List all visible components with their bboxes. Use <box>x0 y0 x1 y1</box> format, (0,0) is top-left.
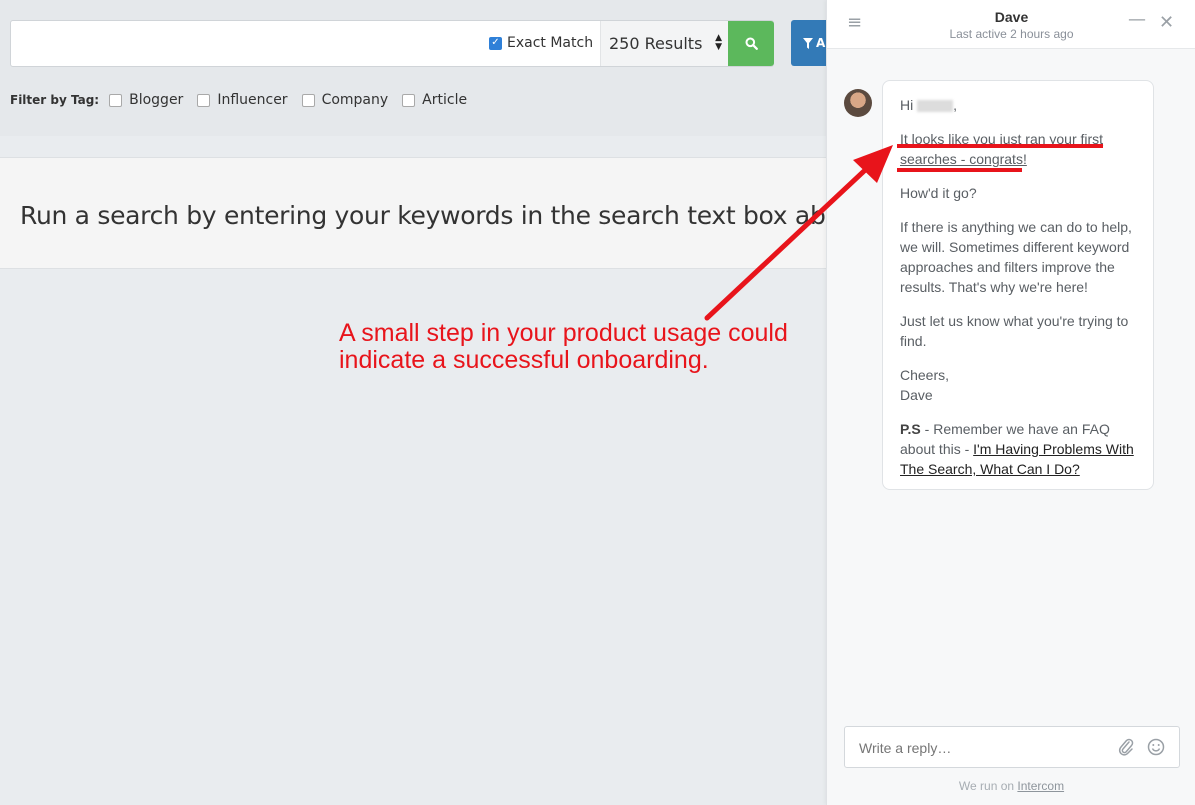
annotation-line-2: indicate a successful onboarding. <box>339 346 709 374</box>
filter-by-tag-label: Filter by Tag: <box>10 93 100 107</box>
redacted-name <box>917 100 954 113</box>
tag-filter-company[interactable]: Company <box>301 92 389 108</box>
signoff-text: Cheers, <box>900 367 950 383</box>
search-box: ✓ Exact Match 250 Results ▲ ▼ <box>10 20 774 67</box>
emoji-icon[interactable] <box>1147 738 1165 756</box>
message-highlight: It looks like you just ran your first se… <box>900 131 1104 167</box>
search-icon <box>745 37 758 50</box>
exact-match-label: Exact Match <box>507 35 594 51</box>
chat-header: ≡ Dave Last active 2 hours ago — ✕ <box>827 0 1195 49</box>
tag-checkbox[interactable] <box>402 93 416 107</box>
reply-input[interactable] <box>859 737 1109 759</box>
close-icon[interactable]: ✕ <box>1159 13 1174 33</box>
message-paragraph: If there is anything we can do to help, … <box>900 219 1132 295</box>
tag-label: Influencer <box>217 92 288 108</box>
tag-label: Blogger <box>129 92 184 108</box>
greeting-text: Hi <box>900 97 914 113</box>
tag-checkbox[interactable] <box>197 93 211 107</box>
powered-prefix: We run on <box>958 779 1018 793</box>
exact-match-checkbox[interactable]: ✓ <box>489 36 502 50</box>
chat-message-bubble: Hi , It looks like you just ran your fir… <box>882 80 1154 490</box>
tag-filter-blogger[interactable]: Blogger <box>109 92 183 108</box>
search-input[interactable] <box>19 27 479 61</box>
greeting-suffix: , <box>953 97 958 113</box>
paperclip-icon[interactable] <box>1118 738 1134 756</box>
intercom-link[interactable]: Intercom <box>1017 779 1064 793</box>
minimize-icon[interactable]: — <box>1128 10 1146 30</box>
empty-results-message: Run a search by entering your keywords i… <box>20 201 871 230</box>
tag-checkbox[interactable] <box>301 93 315 107</box>
intercom-chat-panel: ≡ Dave Last active 2 hours ago — ✕ Hi , … <box>826 0 1195 805</box>
tag-filter-article[interactable]: Article <box>402 92 467 108</box>
message-signoff: Cheers, Dave <box>900 365 1136 405</box>
tag-filter-influencer[interactable]: Influencer <box>197 92 288 108</box>
select-arrows-icon: ▲ ▼ <box>715 33 722 52</box>
annotation-line-1: A small step in your product usage could <box>339 319 788 347</box>
filter-icon <box>803 37 813 49</box>
tag-filter-row: Filter by Tag: Blogger Influencer Compan… <box>10 92 481 108</box>
message-paragraph: How'd it go? <box>900 185 977 201</box>
agent-avatar <box>844 89 872 117</box>
tag-checkbox[interactable] <box>109 93 123 107</box>
tag-label: Article <box>422 92 468 108</box>
tag-label: Company <box>321 92 389 108</box>
reply-composer <box>844 726 1180 768</box>
powered-by-footer: We run on Intercom <box>827 779 1195 793</box>
exact-match-toggle[interactable]: ✓ Exact Match <box>489 35 593 51</box>
search-button[interactable] <box>728 21 774 66</box>
message-paragraph: Just let us know what you're trying to f… <box>900 313 1129 349</box>
annotation-callout: A small step in your product usage could… <box>339 320 788 374</box>
signature-text: Dave <box>900 387 933 403</box>
results-count-value: 250 Results <box>609 34 703 53</box>
results-count-select[interactable]: 250 Results ▲ ▼ <box>600 21 728 66</box>
message-greeting: Hi , <box>900 95 1136 115</box>
ps-label: P.S <box>900 421 921 437</box>
message-ps: P.S - Remember we have an FAQ about this… <box>900 419 1136 479</box>
advanced-filter-label: A <box>816 36 826 50</box>
